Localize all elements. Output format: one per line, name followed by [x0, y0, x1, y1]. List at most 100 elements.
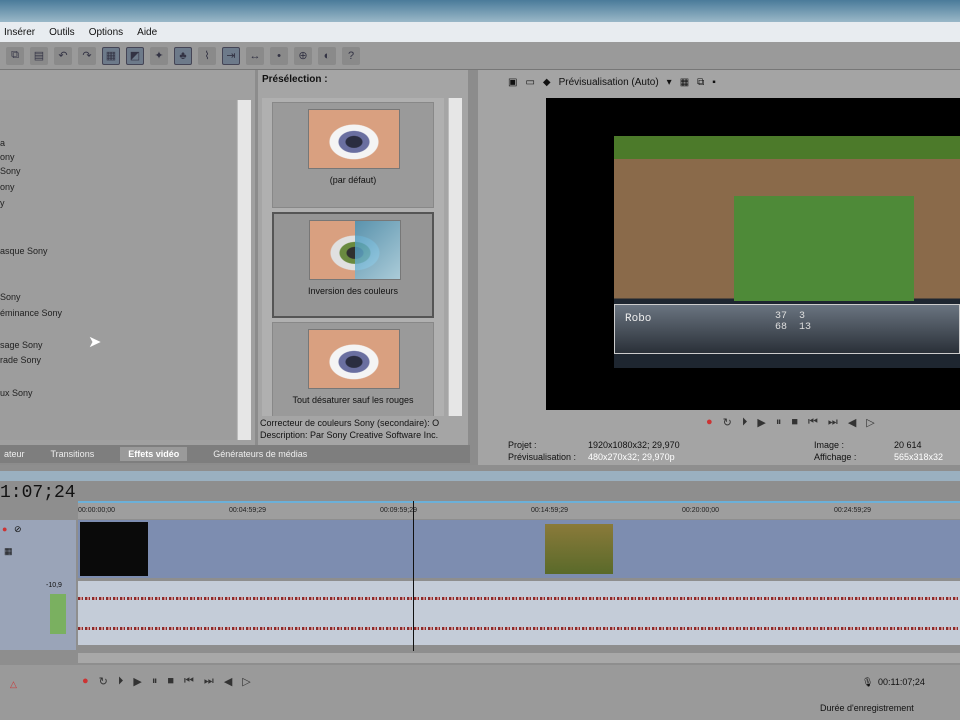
normal-edit-tool-icon[interactable]: ⇥	[222, 46, 240, 65]
list-item[interactable]: y	[0, 198, 5, 208]
loop-icon[interactable]: ↻	[99, 675, 108, 688]
preset-label: Inversion des couleurs	[307, 286, 399, 296]
redo-icon[interactable]: ↷	[78, 46, 96, 65]
go-to-start-icon[interactable]: ⏮	[184, 675, 194, 688]
save-snapshot-icon[interactable]: ▪	[712, 77, 716, 88]
play-icon[interactable]: ▶	[757, 416, 765, 429]
record-icon[interactable]: ●	[82, 675, 89, 688]
record-icon[interactable]: ●	[706, 416, 713, 429]
overlays-icon[interactable]: ▦	[680, 77, 689, 88]
preview-quality-select[interactable]: Prévisualisation (Auto)	[559, 77, 659, 88]
timecode-display: 1:07;24	[0, 483, 76, 503]
help-icon[interactable]: ?	[342, 46, 360, 65]
next-frame-icon[interactable]: ▷	[242, 675, 250, 688]
timeline-scrollbar[interactable]	[78, 653, 960, 663]
timeline: 1:07;24 00:00:00;00 00:04:59;29 00:09:59…	[0, 465, 960, 720]
list-item[interactable]: ony	[0, 182, 15, 192]
list-item[interactable]: Sony	[0, 166, 21, 176]
crossfade-icon[interactable]: ✦	[150, 46, 168, 65]
auto-ripple-icon[interactable]: ◩	[126, 46, 144, 65]
game-arena	[734, 196, 914, 301]
preset-desaturate[interactable]: Tout désaturer sauf les rouges	[272, 322, 434, 416]
tab-media-generators[interactable]: Générateurs de médias	[213, 449, 307, 459]
menu-aide[interactable]: Aide	[137, 27, 157, 38]
list-item[interactable]: éminance Sony	[0, 308, 62, 318]
stop-icon[interactable]: ■	[791, 416, 798, 429]
video-track[interactable]	[78, 520, 960, 578]
list-item[interactable]: ux Sony	[0, 388, 33, 398]
list-item[interactable]: rade Sony	[0, 355, 41, 365]
list-item[interactable]: sage Sony	[0, 340, 43, 350]
undo-icon[interactable]: ↶	[54, 46, 72, 65]
presets-panel: Présélection : (par défaut) Inversion de…	[258, 70, 468, 445]
playhead[interactable]	[413, 501, 414, 651]
microphone-icon: 🎙	[862, 677, 874, 687]
timeline-transport-bar: △ ● ↻ ⏵ ▶ ⏸ ■ ⏮ ⏭ ◀ ▷ 🎙 00:11:07;24	[0, 665, 960, 720]
audio-track[interactable]	[78, 581, 960, 645]
next-frame-icon[interactable]: ▷	[866, 416, 874, 429]
menu-inserer[interactable]: Insérer	[4, 27, 35, 38]
toolbar: ⧉ ▤ ↶ ↷ ▦ ◩ ✦ ♣ ⌇ ⇥ ↔ • ⊕ ◐ ?	[0, 42, 960, 70]
warning-icon: △	[10, 679, 17, 689]
list-item[interactable]: Sony	[0, 292, 21, 302]
go-to-start-icon[interactable]: ⏮	[808, 416, 818, 429]
pause-icon[interactable]: ⏸	[776, 416, 782, 429]
timeline-overview-bar[interactable]	[0, 471, 960, 481]
list-item[interactable]: ony	[0, 152, 15, 162]
eye-thumbnail	[309, 220, 401, 280]
time-ruler[interactable]: 00:00:00;00 00:04:59;29 00:09:59;29 00:1…	[78, 501, 960, 519]
envelope-icon[interactable]: ⌇	[198, 46, 216, 65]
menu-bar: Insérer Outils Options Aide	[0, 22, 960, 42]
zoom-tool-icon[interactable]: ⊕	[294, 46, 312, 65]
lock-envelopes-icon[interactable]: ♣	[174, 46, 192, 65]
tick-label: 00:04:59;29	[229, 507, 266, 514]
properties-icon[interactable]: ▣	[508, 77, 517, 88]
solo-icon[interactable]: ⊘	[14, 524, 22, 535]
snap-icon[interactable]: ▦	[102, 46, 120, 65]
presets-scrollbar[interactable]	[448, 98, 462, 416]
play-icon[interactable]: ▶	[133, 675, 141, 688]
list-item[interactable]: a	[0, 138, 5, 148]
preset-default[interactable]: (par défaut)	[272, 102, 434, 208]
label: Image :	[814, 440, 845, 450]
video-clip-black[interactable]	[80, 522, 148, 576]
preset-invert[interactable]: Inversion des couleurs	[272, 212, 434, 318]
stop-icon[interactable]: ■	[167, 675, 174, 688]
previous-frame-icon[interactable]: ◀	[224, 675, 232, 688]
tab-transitions[interactable]: Transitions	[51, 449, 95, 459]
preview-value: 480x270x32; 29,970p	[588, 452, 675, 462]
menu-options[interactable]: Options	[89, 27, 123, 38]
hud-stats: 37 3 68 13	[775, 311, 812, 333]
list-scrollbar[interactable]	[237, 100, 251, 440]
render-icon[interactable]: ◐	[318, 46, 336, 65]
pause-icon[interactable]: ⏸	[152, 675, 158, 688]
video-clip-game[interactable]	[545, 524, 613, 574]
go-to-end-icon[interactable]: ⏭	[204, 675, 214, 688]
tick-label: 00:24:59;29	[834, 507, 871, 514]
mute-icon[interactable]: ●	[2, 524, 7, 534]
fx-icon[interactable]: ◆	[543, 77, 551, 88]
track-fx-icon[interactable]: ▦	[4, 546, 13, 557]
copy-snapshot-icon[interactable]: ⧉	[697, 77, 704, 88]
tab-video-fx[interactable]: Effets vidéo	[120, 447, 188, 461]
display-value: 565x318x32	[894, 452, 944, 462]
tab-explorer[interactable]: ateur	[4, 449, 25, 459]
paste-icon[interactable]: ▤	[30, 46, 48, 65]
list-item[interactable]: asque Sony	[0, 246, 48, 256]
eye-thumbnail	[308, 329, 400, 389]
go-to-end-icon[interactable]: ⏭	[828, 416, 838, 429]
fx-description: Description: Par Sony Creative Software …	[260, 430, 439, 440]
play-from-start-icon[interactable]: ⏵	[742, 416, 748, 429]
selection-tool-icon[interactable]: •	[270, 46, 288, 65]
copy-icon[interactable]: ⧉	[6, 46, 24, 65]
track-headers: ● ⊘ ▦ -10,9	[0, 520, 76, 650]
envelope-tool-icon[interactable]: ↔	[246, 46, 264, 65]
play-from-start-icon[interactable]: ⏵	[118, 675, 124, 688]
previous-frame-icon[interactable]: ◀	[848, 416, 856, 429]
loop-icon[interactable]: ↻	[723, 416, 732, 429]
menu-outils[interactable]: Outils	[49, 27, 75, 38]
chevron-down-icon[interactable]: ▾	[667, 77, 672, 88]
tick-label: 00:09:59;29	[380, 507, 417, 514]
external-monitor-icon[interactable]: ▭	[525, 77, 534, 88]
hud-name: Robo	[625, 313, 652, 325]
